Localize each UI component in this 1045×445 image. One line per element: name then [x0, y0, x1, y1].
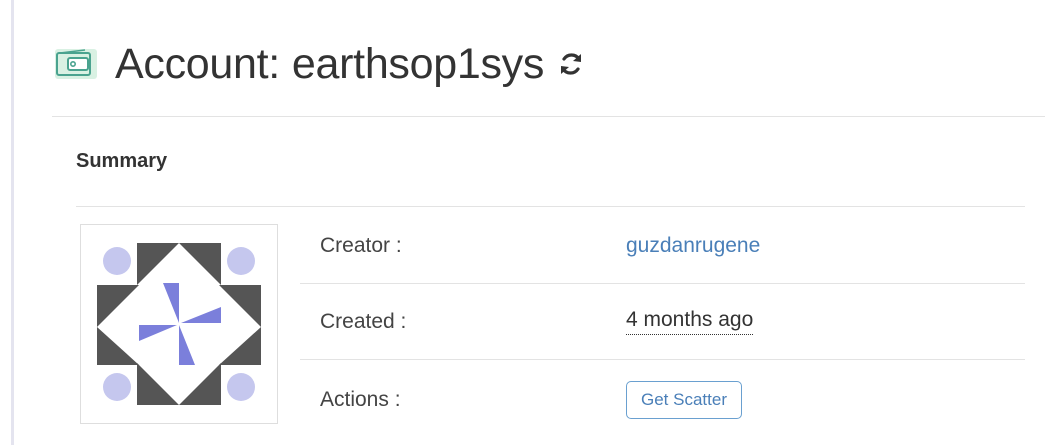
- creator-label: Creator :: [320, 233, 402, 257]
- created-label: Created :: [320, 309, 407, 333]
- creator-link[interactable]: guzdanrugene: [626, 234, 760, 257]
- account-page: Account: earthsop1sys Summary Creator: …: [0, 0, 1045, 445]
- header-divider: [52, 116, 1045, 117]
- account-name: earthsop1sys: [291, 39, 545, 88]
- actions-row: Actions : Get Scatter: [300, 362, 1025, 438]
- created-row: Created : 4 months ago: [300, 284, 1025, 360]
- summary-divider: [76, 206, 1025, 207]
- refresh-icon[interactable]: [556, 49, 586, 79]
- creator-value-cell: guzdanrugene: [626, 234, 760, 258]
- identicon-avatar: [97, 243, 261, 405]
- page-header: Account: earthsop1sys: [55, 34, 586, 94]
- left-border: [11, 0, 14, 445]
- summary-heading: Summary: [76, 150, 168, 172]
- wallet-icon: [55, 44, 115, 84]
- avatar: [80, 224, 278, 424]
- created-value: 4 months ago: [626, 308, 754, 335]
- creator-row: Creator : guzdanrugene: [300, 208, 1025, 284]
- page-title: Account: earthsop1sys: [115, 40, 544, 89]
- actions-label: Actions :: [320, 388, 401, 411]
- title-label: Account:: [115, 39, 280, 88]
- get-scatter-button[interactable]: Get Scatter: [626, 381, 742, 419]
